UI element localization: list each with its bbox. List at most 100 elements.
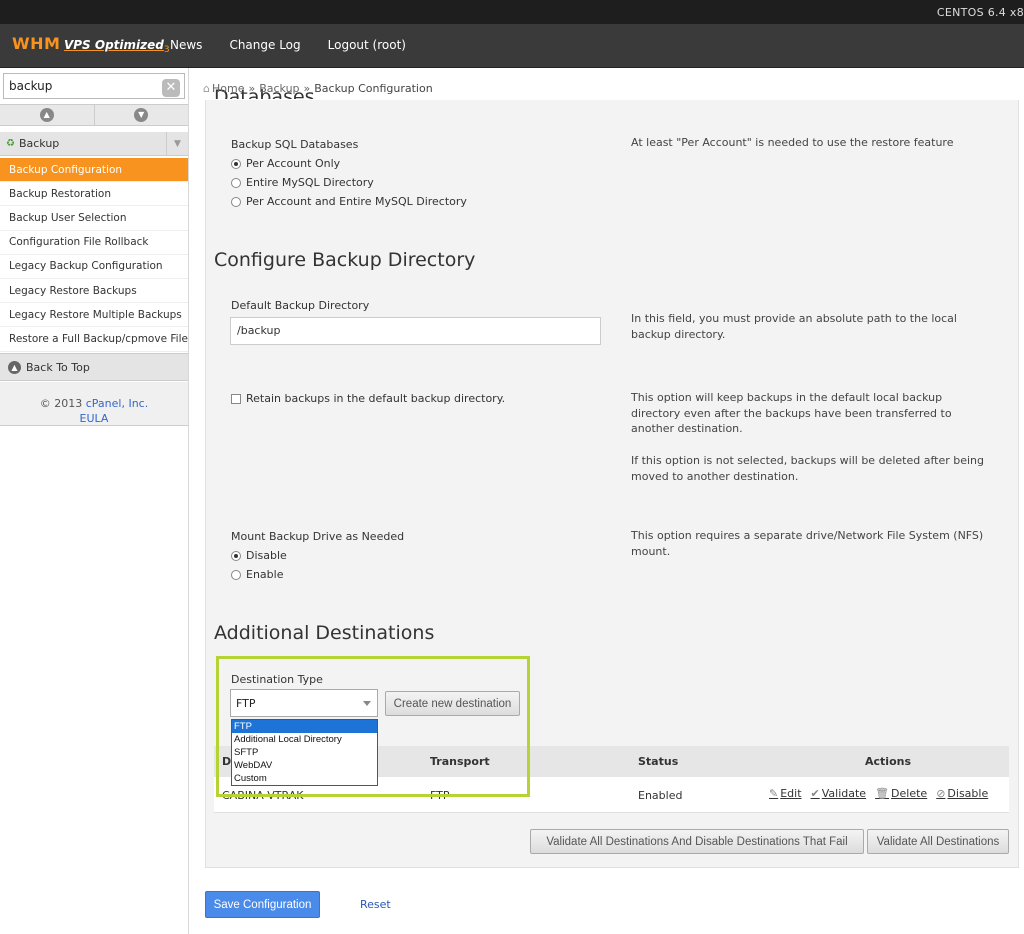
validate-action[interactable]: ✔ Validate bbox=[811, 787, 867, 800]
radio-circle[interactable] bbox=[231, 550, 241, 561]
destination-transport: FTP bbox=[430, 789, 450, 802]
app-header: WHM VPS Optimized3 News Change Log Logou… bbox=[0, 24, 1024, 68]
radio-label: Per Account and Entire MySQL Directory bbox=[246, 195, 467, 208]
os-label: CENTOS 6.4 x8 bbox=[936, 6, 1024, 19]
clear-search-icon[interactable]: ✕ bbox=[162, 79, 180, 97]
breadcrumb: ⌂ Home » Backup » Backup Configuration bbox=[203, 82, 433, 95]
sidebar-item-backup-restoration[interactable]: Backup Restoration bbox=[0, 182, 188, 207]
checkbox-box[interactable] bbox=[231, 393, 241, 404]
column-header-status[interactable]: Status bbox=[638, 755, 678, 768]
checkbox-label: Retain backups in the default backup dir… bbox=[246, 392, 506, 405]
system-bar: CENTOS 6.4 x8 bbox=[0, 0, 1024, 24]
nav-change-log[interactable]: Change Log bbox=[229, 38, 300, 52]
whm-logo[interactable]: WHM VPS Optimized3 bbox=[12, 34, 170, 58]
sidebar-item-legacy-backup-configuration[interactable]: Legacy Backup Configuration bbox=[0, 255, 188, 279]
sidebar-item-legacy-restore-multiple-backups[interactable]: Legacy Restore Multiple Backups bbox=[0, 303, 188, 328]
save-configuration-button[interactable]: Save Configuration bbox=[205, 891, 320, 918]
validate-all-button[interactable]: Validate All Destinations bbox=[867, 829, 1009, 854]
dropdown-option-sftp[interactable]: SFTP bbox=[232, 746, 377, 759]
reset-link[interactable]: Reset bbox=[360, 898, 391, 911]
backup-group-icon: ♻ bbox=[6, 138, 15, 149]
radio-per-account-only[interactable]: Per Account Only bbox=[231, 157, 340, 170]
edit-label: Edit bbox=[780, 787, 802, 800]
copyright: © 2013 cPanel, Inc. EULA bbox=[0, 382, 188, 426]
sidebar: ✕ ▲ ▼ ♻ Backup ▼ Backup Configuration Ba… bbox=[0, 68, 188, 934]
sql-help-text: At least "Per Account" is needed to use … bbox=[631, 136, 954, 149]
copyright-text: © 2013 bbox=[39, 397, 86, 410]
breadcrumb-current: Backup Configuration bbox=[314, 82, 433, 95]
cpanel-link[interactable]: cPanel, Inc. bbox=[86, 397, 148, 410]
column-header-actions: Actions bbox=[865, 755, 911, 768]
backup-directory-help: In this field, you must provide an absol… bbox=[631, 312, 957, 341]
radio-circle[interactable] bbox=[231, 569, 241, 580]
sidebar-item-restore-full-backup[interactable]: Restore a Full Backup/cpmove File bbox=[0, 327, 188, 352]
dropdown-option-local-directory[interactable]: Additional Local Directory bbox=[232, 733, 377, 746]
breadcrumb-sep: » bbox=[248, 82, 256, 95]
sidebar-divider bbox=[188, 68, 189, 934]
radio-circle[interactable] bbox=[231, 158, 241, 169]
sidebar-item-backup-configuration[interactable]: Backup Configuration bbox=[0, 158, 188, 183]
destination-type-dropdown: FTP Additional Local Directory SFTP WebD… bbox=[231, 719, 378, 786]
sidebar-item-legacy-restore-backups[interactable]: Legacy Restore Backups bbox=[0, 279, 188, 304]
dropdown-option-webdav[interactable]: WebDAV bbox=[232, 759, 377, 772]
breadcrumb-sep: » bbox=[303, 82, 311, 95]
arrow-up-icon: ▲ bbox=[8, 360, 21, 374]
sidebar-scroll-controls: ▲ ▼ bbox=[0, 104, 188, 126]
sidebar-item-backup-user-selection[interactable]: Backup User Selection bbox=[0, 206, 188, 231]
create-new-destination-button[interactable]: Create new destination bbox=[385, 691, 520, 716]
column-header-destination[interactable]: D bbox=[222, 755, 231, 768]
section-title-additional-destinations: Additional Destinations bbox=[214, 622, 435, 644]
dropdown-option-ftp[interactable]: FTP bbox=[232, 720, 377, 733]
radio-mount-disable[interactable]: Disable bbox=[231, 549, 287, 562]
sidebar-search: ✕ bbox=[0, 70, 188, 102]
breadcrumb-backup[interactable]: Backup bbox=[259, 82, 299, 95]
sidebar-group-backup[interactable]: ♻ Backup ▼ bbox=[0, 132, 188, 156]
retain-help-text: This option will keep backups in the def… bbox=[631, 391, 952, 435]
collapse-chevron-icon[interactable]: ▼ bbox=[166, 132, 188, 156]
logo-whm-text: WHM bbox=[12, 34, 61, 53]
disable-label: Disable bbox=[947, 787, 989, 800]
backup-directory-input[interactable]: /backup bbox=[230, 317, 601, 345]
radio-per-account-and-entire[interactable]: Per Account and Entire MySQL Directory bbox=[231, 195, 467, 208]
radio-mount-enable[interactable]: Enable bbox=[231, 568, 283, 581]
radio-circle[interactable] bbox=[231, 196, 241, 207]
section-title-backup-directory: Configure Backup Directory bbox=[214, 249, 476, 271]
destination-type-label: Destination Type bbox=[231, 673, 323, 686]
nav-logout[interactable]: Logout (root) bbox=[328, 38, 406, 52]
search-input[interactable] bbox=[3, 73, 185, 99]
delete-action[interactable]: 🗑 Delete bbox=[875, 787, 927, 800]
mount-help-text: This option requires a separate drive/Ne… bbox=[631, 529, 984, 558]
disable-icon: ⊘ bbox=[936, 787, 946, 800]
radio-label: Entire MySQL Directory bbox=[246, 176, 374, 189]
logo-vps-text: VPS Optimized bbox=[63, 38, 164, 52]
edit-action[interactable]: ✎ Edit bbox=[769, 787, 802, 800]
sidebar-item-configuration-file-rollback[interactable]: Configuration File Rollback bbox=[0, 231, 188, 255]
radio-circle[interactable] bbox=[231, 177, 241, 188]
nav-news[interactable]: News bbox=[170, 38, 202, 52]
scroll-down-button[interactable]: ▼ bbox=[95, 105, 189, 125]
chevron-down-icon: ▼ bbox=[134, 108, 149, 122]
radio-label: Per Account Only bbox=[246, 157, 341, 170]
default-backup-directory-label: Default Backup Directory bbox=[231, 299, 370, 312]
scroll-up-button[interactable]: ▲ bbox=[0, 105, 95, 125]
validate-and-disable-button[interactable]: Validate All Destinations And Disable De… bbox=[530, 829, 864, 854]
back-to-top-button[interactable]: ▲ Back To Top bbox=[0, 353, 188, 381]
radio-entire-mysql-directory[interactable]: Entire MySQL Directory bbox=[231, 176, 374, 189]
breadcrumb-home[interactable]: Home bbox=[212, 82, 244, 95]
retain-backups-checkbox[interactable]: Retain backups in the default backup dir… bbox=[231, 392, 505, 405]
destination-type-select[interactable]: FTP bbox=[230, 689, 378, 717]
retain-help-text-2: If this option is not selected, backups … bbox=[631, 454, 984, 483]
destination-name: CABINA VTRAK bbox=[222, 789, 304, 802]
sql-databases-label: Backup SQL Databases bbox=[231, 138, 359, 151]
dropdown-option-custom[interactable]: Custom bbox=[232, 772, 377, 785]
edit-icon: ✎ bbox=[769, 787, 779, 800]
home-icon: ⌂ bbox=[203, 82, 210, 95]
eula-link[interactable]: EULA bbox=[80, 412, 109, 425]
sidebar-group-label: Backup bbox=[18, 137, 60, 150]
disable-action[interactable]: ⊘ Disable bbox=[936, 787, 988, 800]
column-header-transport[interactable]: Transport bbox=[430, 755, 490, 768]
logo-version: 3 bbox=[163, 45, 170, 56]
dropdown-arrow-icon bbox=[363, 701, 371, 706]
row-actions: ✎ Edit ✔ Validate 🗑 Delete ⊘ Disable bbox=[769, 787, 997, 800]
destination-status: Enabled bbox=[638, 789, 683, 802]
